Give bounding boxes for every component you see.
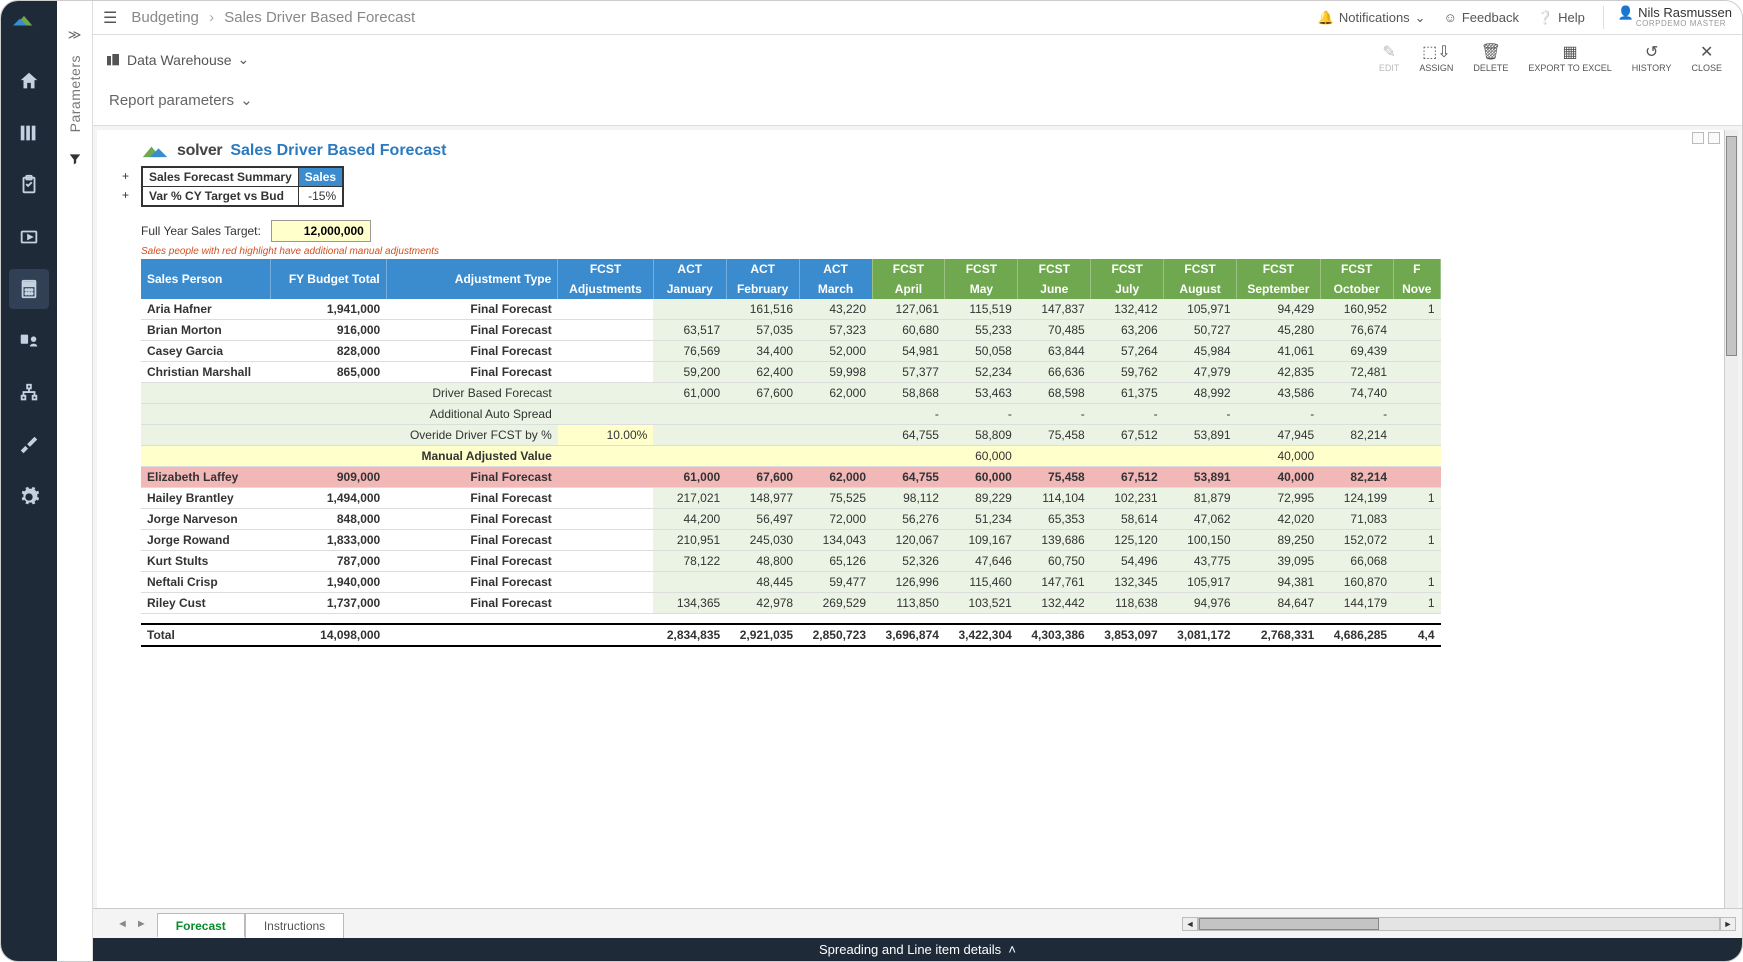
parameters-sidebar: ≫ Parameters [57, 1, 93, 961]
excel-icon: ▦ [1563, 41, 1578, 63]
export-button[interactable]: ▦EXPORT TO EXCEL [1520, 39, 1619, 75]
table-row: Elizabeth Laffey909,000Final Forecast61,… [141, 467, 1441, 488]
expand-row-button[interactable]: + [122, 188, 129, 202]
history-button[interactable]: ↺HISTORY [1624, 39, 1680, 75]
report-parameters-toggle[interactable]: Report parameters⌄ [93, 81, 1742, 125]
nav-calculator[interactable] [9, 269, 49, 309]
close-button[interactable]: ✕CLOSE [1683, 39, 1730, 75]
table-row: Hailey Brantley1,494,000Final Forecast21… [141, 488, 1441, 509]
filter-icon[interactable] [68, 152, 82, 169]
table-row: Additional Auto Spread------- [141, 404, 1441, 425]
summary-box: Sales Forecast SummarySalesVar % CY Targ… [141, 166, 344, 207]
report-title: Sales Driver Based Forecast [230, 142, 446, 160]
trash-icon: 🗑 [1481, 41, 1501, 63]
nav-library[interactable] [9, 113, 49, 153]
table-row: Jorge Narveson848,000Final Forecast44,20… [141, 509, 1441, 530]
user-icon: 👤 [1618, 6, 1634, 20]
total-row: Total14,098,0002,834,8352,921,0352,850,7… [141, 624, 1441, 646]
close-icon: ✕ [1700, 41, 1713, 63]
horizontal-scrollbar[interactable]: ◄► [1182, 909, 1742, 938]
tab-next[interactable]: ► [132, 918, 151, 930]
nav-users[interactable] [9, 321, 49, 361]
bottom-drawer-toggle[interactable]: Spreading and Line item details ˄ [93, 938, 1742, 961]
user-menu[interactable]: 👤Nils Rasmussen CorpDemo Master [1603, 6, 1732, 29]
table-row: Jorge Rowand1,833,000Final Forecast210,9… [141, 530, 1441, 551]
brand-label: solver [177, 142, 222, 160]
target-label: Full Year Sales Target: [141, 224, 261, 238]
nav-settings[interactable] [9, 477, 49, 517]
vertical-scrollbar[interactable] [1724, 130, 1738, 908]
sheet-tabs: ◄► Forecast Instructions ◄► [93, 908, 1742, 938]
assign-button[interactable]: ⬚⇩ASSIGN [1411, 39, 1461, 75]
table-row: Manual Adjusted Value60,00040,000 [141, 446, 1441, 467]
breadcrumb: Budgeting › Sales Driver Based Forecast [131, 9, 415, 26]
collapse-icon[interactable]: ≫ [68, 27, 82, 43]
forecast-grid: Sales PersonFY Budget TotalAdjustment Ty… [141, 259, 1441, 647]
tab-instructions[interactable]: Instructions [245, 913, 344, 938]
nav-video[interactable] [9, 217, 49, 257]
table-row: Driver Based Forecast61,00067,60062,0005… [141, 383, 1441, 404]
table-row: Riley Cust1,737,000Final Forecast134,365… [141, 593, 1441, 614]
nav-tools[interactable] [9, 425, 49, 465]
nav-clipboard[interactable] [9, 165, 49, 205]
app-logo-icon [13, 9, 45, 37]
notifications-button[interactable]: 🔔 Notifications ⌄ [1318, 10, 1426, 26]
feedback-button[interactable]: ☺ Feedback [1444, 10, 1519, 25]
table-row: Brian Morton916,000Final Forecast63,5175… [141, 320, 1441, 341]
table-row: Overide Driver FCST by %10.00%64,75558,8… [141, 425, 1441, 446]
data-warehouse-dropdown[interactable]: Data Warehouse ⌄ [105, 51, 249, 68]
history-icon: ↺ [1645, 41, 1658, 63]
breadcrumb-root[interactable]: Budgeting [131, 9, 199, 26]
delete-button[interactable]: 🗑DELETE [1465, 39, 1516, 75]
assign-icon: ⬚⇩ [1422, 41, 1451, 63]
table-row: Neftali Crisp1,940,000Final Forecast48,4… [141, 572, 1441, 593]
nav-rail [1, 1, 57, 961]
menu-icon[interactable]: ☰ [103, 8, 117, 28]
table-row: Casey Garcia828,000Final Forecast76,5693… [141, 341, 1441, 362]
table-row: Christian Marshall865,000Final Forecast5… [141, 362, 1441, 383]
nav-home[interactable] [9, 61, 49, 101]
nav-org[interactable] [9, 373, 49, 413]
note-text: Sales people with red highlight have add… [141, 246, 1734, 257]
topbar: ☰ Budgeting › Sales Driver Based Forecas… [93, 1, 1742, 35]
breadcrumb-current: Sales Driver Based Forecast [224, 9, 415, 26]
pencil-icon: ✎ [1382, 41, 1395, 63]
table-row: Aria Hafner1,941,000Final Forecast161,51… [141, 299, 1441, 320]
table-row: Kurt Stults787,000Final Forecast78,12248… [141, 551, 1441, 572]
target-input[interactable] [271, 220, 371, 242]
help-button[interactable]: ❔ Help [1537, 10, 1585, 26]
report-viewer: solver Sales Driver Based Forecast Sales F… [97, 130, 1738, 908]
action-bar: Data Warehouse ⌄ ✎EDIT ⬚⇩ASSIGN 🗑DELETE … [93, 35, 1742, 81]
chevron-up-icon: ˄ [1008, 942, 1016, 957]
expand-row-button[interactable]: + [122, 169, 129, 183]
tab-forecast[interactable]: Forecast [157, 913, 245, 938]
tab-prev[interactable]: ◄ [113, 918, 132, 930]
edit-button: ✎EDIT [1371, 39, 1408, 75]
parameters-label: Parameters [67, 55, 83, 132]
